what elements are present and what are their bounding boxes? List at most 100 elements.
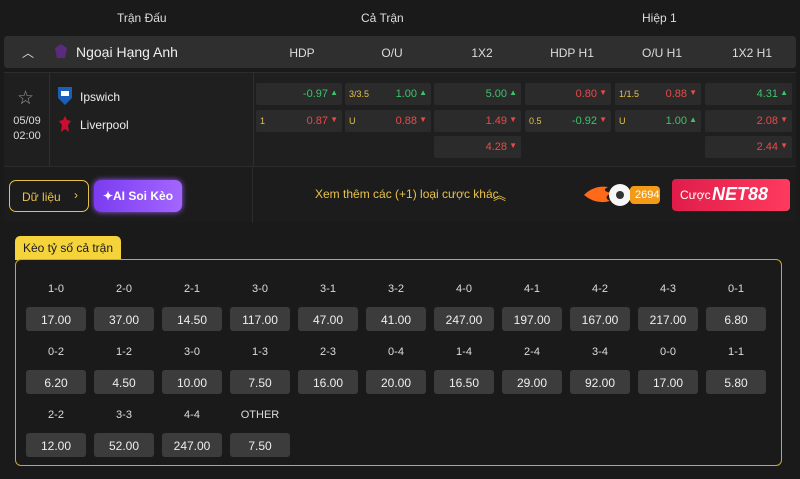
score-odd[interactable]: 47.00 (298, 307, 358, 331)
odd-1x2-h1-home[interactable]: 4.31 ▲ (705, 83, 792, 105)
score-odd[interactable]: 247.00 (162, 433, 222, 457)
match-date: 05/09 (13, 115, 41, 127)
score-cell[interactable]: 4-0 247.00 (434, 283, 494, 331)
arrow-down-icon: ▼ (599, 88, 607, 97)
odd-hdp-h1-home[interactable]: 0.80 ▼ (525, 83, 611, 105)
score-cell[interactable]: 3-4 92.00 (570, 346, 630, 394)
score-cell[interactable]: 1-2 4.50 (94, 346, 154, 394)
score-odd[interactable]: 5.80 (706, 370, 766, 394)
ipswich-crest-icon (58, 87, 72, 105)
teams-cell[interactable]: Ipswich Liverpool (50, 73, 254, 167)
chevron-up-icon[interactable]: ︿ (22, 44, 34, 61)
score-odd[interactable]: 4.50 (94, 370, 154, 394)
odd-ou-over[interactable]: 3/3.5 1.00 ▲ (345, 83, 431, 105)
score-odd[interactable]: 217.00 (638, 307, 698, 331)
score-cell[interactable]: 3-3 52.00 (94, 409, 154, 457)
score-cell[interactable]: 0-1 6.80 (706, 283, 766, 331)
odd-ou-h1-under[interactable]: U 1.00 ▲ (615, 110, 701, 132)
score-odd[interactable]: 7.50 (230, 370, 290, 394)
data-button[interactable]: Dữ liệu › (9, 180, 89, 212)
odd-1x2-h1-draw[interactable]: 2.44 ▼ (705, 136, 792, 158)
score-cell[interactable]: 4-2 167.00 (570, 283, 630, 331)
score-odd[interactable]: 16.50 (434, 370, 494, 394)
score-odd[interactable]: 247.00 (434, 307, 494, 331)
odd-1x2-h1-away[interactable]: 2.08 ▼ (705, 110, 792, 132)
score-odd[interactable]: 17.00 (26, 307, 86, 331)
score-cell[interactable]: 2-0 37.00 (94, 283, 154, 331)
score-odd[interactable]: 117.00 (230, 307, 290, 331)
score-cell[interactable]: 3-2 41.00 (366, 283, 426, 331)
score-cell[interactable]: 0-0 17.00 (638, 346, 698, 394)
score-cell[interactable]: 1-1 5.80 (706, 346, 766, 394)
score-odd[interactable]: 6.80 (706, 307, 766, 331)
tab-correct-score[interactable]: Kèo tỷ số cả trận (15, 236, 121, 260)
odd-1x2-away[interactable]: 1.49 ▼ (434, 110, 521, 132)
arrow-up-icon: ▲ (780, 88, 788, 97)
odd-hdp-away[interactable]: 1 0.87 ▼ (256, 110, 342, 132)
more-bets-link[interactable]: Xem thêm các (+1) loại cược khác ︽ (252, 167, 592, 223)
odd-hdp-h1-away[interactable]: 0.5 -0.92 ▼ (525, 110, 611, 132)
score-label: 4-2 (592, 283, 608, 295)
arrow-up-icon: ▲ (419, 88, 427, 97)
score-odd[interactable]: 41.00 (366, 307, 426, 331)
score-label: 3-1 (320, 283, 336, 295)
odd-ou-h1-over[interactable]: 1/1.5 0.88 ▼ (615, 83, 701, 105)
score-cell[interactable]: 0-4 20.00 (366, 346, 426, 394)
header-match: Trận Đấu (117, 11, 167, 25)
score-cell[interactable]: 3-1 47.00 (298, 283, 358, 331)
score-cell[interactable]: 2-1 14.50 (162, 283, 222, 331)
score-cell[interactable]: 1-0 17.00 (26, 283, 86, 331)
score-label: 1-1 (728, 346, 744, 358)
score-odd[interactable]: 7.50 (230, 433, 290, 457)
score-cell[interactable]: 3-0 117.00 (230, 283, 290, 331)
score-label: 2-4 (524, 346, 540, 358)
score-cell[interactable]: 0-2 6.20 (26, 346, 86, 394)
score-cell[interactable]: 4-1 197.00 (502, 283, 562, 331)
score-odd[interactable]: 16.00 (298, 370, 358, 394)
score-odd[interactable]: 20.00 (366, 370, 426, 394)
league-header[interactable]: ︿ Ngoại Hạng Anh HDP O/U 1X2 HDP H1 O/U … (4, 36, 796, 68)
ai-analysis-button[interactable]: ✦AI Soi Kèo (94, 180, 182, 212)
score-label: 1-4 (456, 346, 472, 358)
score-label: 3-3 (116, 409, 132, 421)
score-odd[interactable]: 167.00 (570, 307, 630, 331)
league-logo-icon (55, 44, 67, 58)
favorite-star-icon[interactable]: ☆ (17, 87, 34, 110)
score-cell[interactable]: 4-4 247.00 (162, 409, 222, 457)
net88-bet-button[interactable]: Cược NET88 (672, 179, 790, 211)
score-label: 4-4 (184, 409, 200, 421)
odd-1x2-draw[interactable]: 4.28 ▼ (434, 136, 521, 158)
col-ou: O/U (381, 46, 403, 60)
score-odd[interactable]: 10.00 (162, 370, 222, 394)
score-label: OTHER (240, 409, 280, 421)
score-cell[interactable]: 2-2 12.00 (26, 409, 86, 457)
odd-ou-under[interactable]: U 0.88 ▼ (345, 110, 431, 132)
score-odd[interactable]: 37.00 (94, 307, 154, 331)
odd-hdp-home[interactable]: -0.97 ▲ (256, 83, 342, 105)
score-odd[interactable]: 92.00 (570, 370, 630, 394)
away-team: Liverpool (80, 118, 129, 132)
score-cell[interactable]: 1-3 7.50 (230, 346, 290, 394)
score-odd[interactable]: 52.00 (94, 433, 154, 457)
score-odd[interactable]: 6.20 (26, 370, 86, 394)
score-odd[interactable]: 197.00 (502, 307, 562, 331)
fire-promo-badge[interactable]: 2694 (582, 181, 662, 209)
score-cell[interactable]: 1-4 16.50 (434, 346, 494, 394)
score-odd[interactable]: 14.50 (162, 307, 222, 331)
table-header: Trận Đấu Cả Trận Hiệp 1 (0, 0, 800, 36)
col-ou-h1: O/U H1 (641, 46, 682, 60)
score-label: 1-3 (252, 346, 268, 358)
match-row: ☆ 05/09 02:00 Ipswich Liverpool -0.97 ▲ 1… (4, 72, 796, 167)
col-1x2: 1X2 (471, 46, 493, 60)
col-1x2-h1: 1X2 H1 (731, 46, 773, 60)
score-odd[interactable]: 17.00 (638, 370, 698, 394)
score-odd[interactable]: 29.00 (502, 370, 562, 394)
score-cell[interactable]: 2-3 16.00 (298, 346, 358, 394)
score-cell[interactable]: 2-4 29.00 (502, 346, 562, 394)
odd-1x2-home[interactable]: 5.00 ▲ (434, 83, 521, 105)
score-cell[interactable]: OTHER 7.50 (230, 409, 290, 457)
score-cell[interactable]: 3-0 10.00 (162, 346, 222, 394)
score-odd[interactable]: 12.00 (26, 433, 86, 457)
score-cell[interactable]: 4-3 217.00 (638, 283, 698, 331)
col-hdp-h1: HDP H1 (550, 46, 594, 60)
